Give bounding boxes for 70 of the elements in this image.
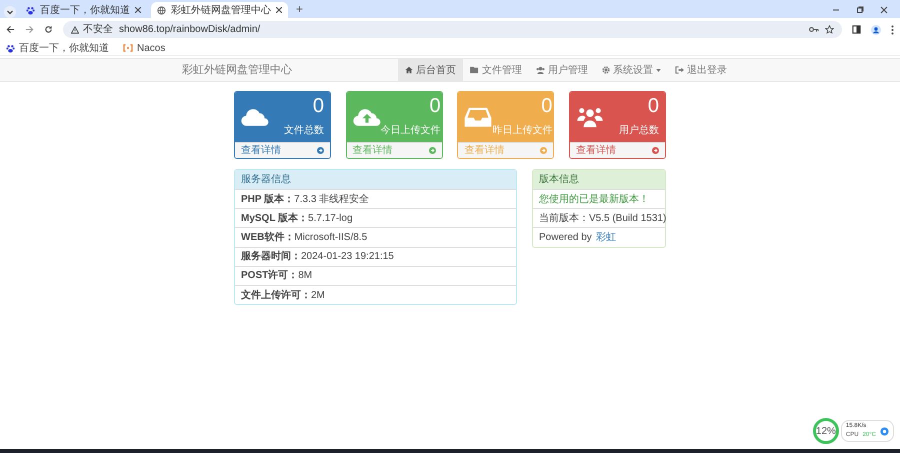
settings-icon bbox=[602, 66, 610, 74]
users-icon bbox=[536, 66, 545, 74]
details-link[interactable]: 查看详情 bbox=[570, 142, 665, 158]
side-panel-icon bbox=[852, 25, 861, 34]
bookmark[interactable]: Nacos bbox=[123, 40, 166, 56]
folder-icon bbox=[470, 66, 479, 74]
details-link[interactable]: 查看详情 bbox=[235, 142, 330, 158]
inbox-icon bbox=[464, 106, 492, 128]
stat-count: 0 bbox=[430, 96, 441, 116]
back-icon bbox=[6, 25, 15, 34]
browser-tab[interactable]: 彩虹外链网盘管理中心 bbox=[151, 2, 288, 18]
paw-icon bbox=[26, 6, 35, 14]
arrow-circle-icon bbox=[317, 147, 324, 154]
stat-label: 昨日上传文件 bbox=[492, 124, 552, 138]
panel-heading: 服务器信息 bbox=[235, 170, 516, 189]
arrow-circle-icon bbox=[428, 147, 436, 154]
close-icon bbox=[135, 7, 141, 13]
logout-icon bbox=[675, 66, 684, 74]
home-icon bbox=[405, 66, 413, 74]
nav-link[interactable]: 后台首页 bbox=[398, 59, 463, 81]
close-icon bbox=[880, 6, 888, 14]
users-icon bbox=[576, 106, 604, 128]
panel-heading: 版本信息 bbox=[533, 170, 665, 189]
reload-icon bbox=[44, 25, 53, 34]
restore-icon bbox=[856, 6, 864, 14]
warning-icon bbox=[71, 26, 79, 34]
new-tab-button[interactable]: + bbox=[296, 0, 304, 18]
cpu-usage-ring: 12% bbox=[812, 418, 839, 444]
close-icon bbox=[276, 7, 282, 13]
arrow-circle-icon bbox=[652, 147, 659, 154]
stat-count: 0 bbox=[648, 96, 659, 116]
menu-icon bbox=[891, 24, 894, 34]
stat-label: 用户总数 bbox=[618, 124, 659, 138]
stat-count: 0 bbox=[541, 96, 552, 116]
cloud-upload-icon bbox=[352, 106, 381, 128]
forward-icon bbox=[25, 25, 34, 34]
info-row: POST许可：8M bbox=[235, 266, 516, 285]
stat-count: 0 bbox=[312, 96, 324, 116]
info-row: PHP 版本：7.3.3 非线程安全 bbox=[235, 189, 516, 208]
bookmark[interactable]: 百度一下，你就知道 bbox=[6, 40, 109, 56]
stat-label: 今日上传文件 bbox=[380, 124, 441, 138]
profile-icon bbox=[871, 24, 881, 34]
update-notice: 您使用的已是最新版本！ bbox=[533, 189, 665, 208]
site-brand[interactable]: 彩虹外链网盘管理中心 bbox=[182, 62, 398, 78]
address-bar[interactable]: 不安全 show86.top/rainbowDisk/admin/ bbox=[63, 21, 842, 38]
globe-icon bbox=[157, 6, 166, 14]
nav-link[interactable]: 系统设置 bbox=[595, 59, 668, 81]
author-link[interactable]: 彩虹 bbox=[596, 230, 616, 245]
security-label[interactable]: 不安全 bbox=[71, 22, 113, 37]
arrow-circle-icon bbox=[540, 147, 548, 154]
info-row: WEB软件：Microsoft-IIS/8.5 bbox=[235, 227, 516, 247]
cloud-icon bbox=[241, 106, 269, 128]
stat-label: 文件总数 bbox=[284, 124, 324, 138]
info-row: 文件上传许可：2M bbox=[235, 284, 516, 304]
paw-icon bbox=[6, 44, 15, 52]
dropdown-icon bbox=[4, 6, 16, 18]
url-text: show86.top/rainbowDisk/admin/ bbox=[119, 23, 262, 37]
info-row: MySQL 版本：5.7.17-log bbox=[235, 208, 516, 228]
nav-link[interactable]: 文件管理 bbox=[463, 59, 529, 81]
app-logo-icon bbox=[880, 426, 889, 436]
info-row: 服务器时间：2024-01-23 19:21:15 bbox=[235, 246, 516, 266]
browser-tab[interactable]: 百度一下，你就知道 bbox=[20, 2, 147, 18]
powered-by-text: Powered by bbox=[539, 230, 592, 245]
bracket-icon bbox=[123, 44, 133, 52]
key-icon bbox=[809, 26, 819, 33]
star-icon bbox=[825, 25, 834, 34]
nav-link[interactable]: 用户管理 bbox=[529, 59, 595, 81]
nav-link[interactable]: 退出登录 bbox=[668, 59, 734, 81]
version-text: 当前版本：V5.5 (Build 1531) bbox=[533, 208, 665, 228]
caret-icon bbox=[656, 68, 661, 72]
